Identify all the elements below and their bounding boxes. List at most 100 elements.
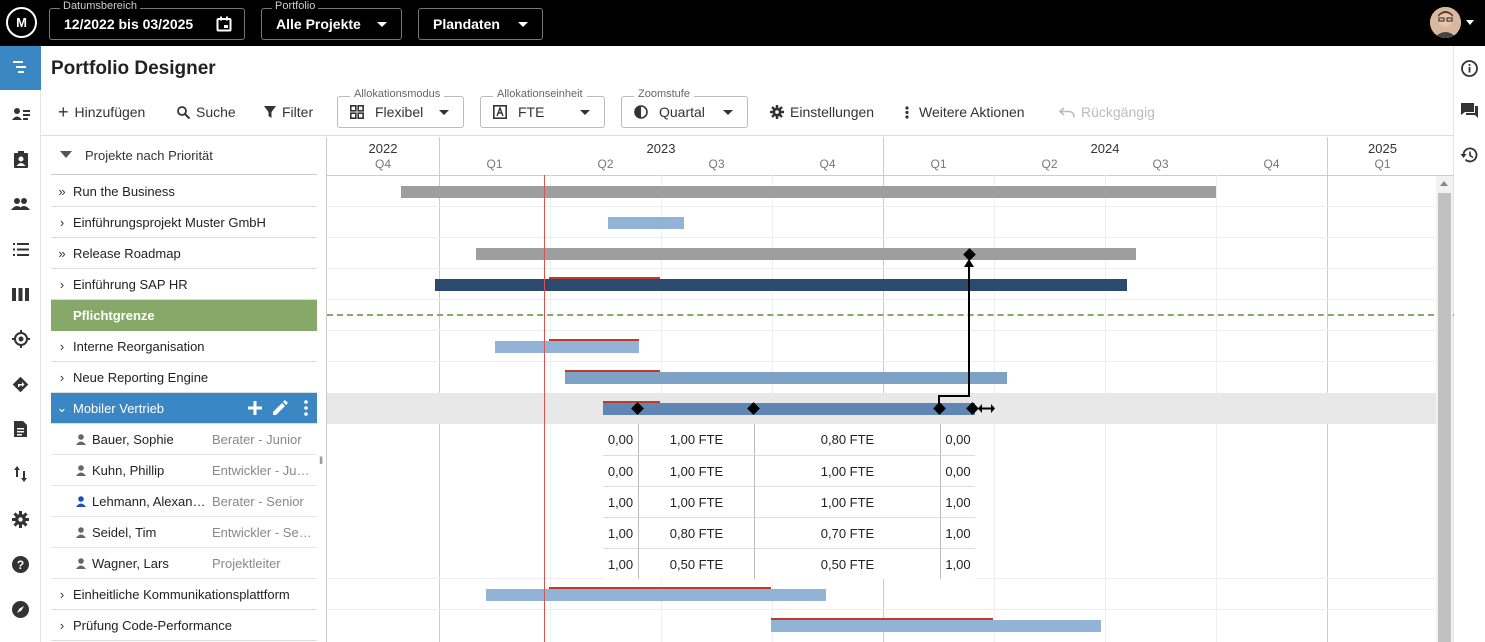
chevron-right-icon[interactable]: › [51,587,73,602]
search-button[interactable]: Suche [177,103,236,121]
nav-import-export[interactable] [0,462,41,486]
expand-icon[interactable]: » [51,246,73,261]
chevron-right-icon[interactable]: › [51,339,73,354]
undo-button[interactable]: Rückgängig [1059,103,1155,121]
app-logo[interactable]: M [6,7,37,38]
project-list-header[interactable]: Projekte nach Priorität [51,137,317,175]
project-row[interactable]: › Prüfung Code-Performance [51,610,317,641]
history-icon[interactable] [1460,147,1478,163]
portfolio-label: Portfolio [272,0,319,12]
project-row[interactable]: » Release Roadmap [51,238,317,269]
project-row[interactable]: » Run the Business [51,176,317,207]
nav-settings[interactable] [0,507,41,531]
scrollbar-thumb[interactable] [1438,193,1451,642]
project-row[interactable]: › Einführung SAP HR [51,269,317,300]
user-avatar[interactable] [1430,7,1461,38]
resize-horizontal-icon[interactable] [978,403,995,414]
allocation-cell[interactable]: 0,80 FTE [754,424,940,455]
allocation-cell[interactable]: 1,00 FTE [638,486,754,517]
more-vertical-icon[interactable] [304,400,308,416]
user-menu-chevron-icon[interactable] [1466,20,1474,25]
date-range-select[interactable]: Datumsbereich 12/2022 bis 03/2025 [49,0,245,40]
member-role: Projektleiter [212,556,281,571]
svg-text:?: ? [17,558,24,572]
timeline[interactable]: 2022 2023 2024 2025 Q4 Q1 Q2 Q3 Q4 Q1 Q2… [326,137,1454,642]
resize-handle-icon[interactable]: ǁ [319,456,323,467]
project-label: Prüfung Code-Performance [73,617,232,633]
allocation-cell[interactable]: 1,00 [940,548,975,579]
nav-target[interactable] [0,327,41,351]
nav-explore[interactable] [0,597,41,621]
allocation-cell[interactable]: 1,00 FTE [638,424,754,455]
chevron-right-icon[interactable]: › [51,215,73,230]
info-icon[interactable] [1461,60,1478,77]
allocation-cell[interactable]: 0,00 [603,455,638,486]
settings-button[interactable]: Einstellungen [770,103,874,121]
allocation-cell[interactable]: 1,00 [603,548,638,579]
allocation-unit-select[interactable]: Allokationseinheit FTE [480,88,605,128]
add-button[interactable]: + Hinzufügen [58,103,145,121]
dependency-arrow [938,259,974,409]
nav-help[interactable]: ? [0,552,41,576]
project-row[interactable]: › Neue Reporting Engine [51,362,317,393]
allocation-cell[interactable]: 0,70 FTE [754,517,940,548]
data-mode-select[interactable]: Plandaten [418,8,543,40]
portfolio-select[interactable]: Portfolio Alle Projekte [261,0,402,40]
allocation-cell[interactable]: 0,00 [940,424,975,455]
allocation-cell[interactable]: 1,00 FTE [638,455,754,486]
project-bar[interactable] [486,589,826,601]
quarter-label: Q4 [1263,157,1280,171]
allocation-cell[interactable]: 0,80 FTE [638,517,754,548]
nav-directions[interactable] [0,372,41,396]
expand-icon[interactable]: » [51,184,73,199]
allocation-cell[interactable]: 1,00 [603,486,638,517]
nav-assignments[interactable] [0,147,41,171]
nav-teams[interactable] [0,192,41,216]
swap-vertical-icon [14,466,27,482]
zoom-select[interactable]: Zoomstufe Quartal [621,88,748,128]
filter-button[interactable]: Filter [264,103,313,121]
project-row[interactable]: › Interne Reorganisation [51,331,317,362]
chevron-down-icon [518,22,528,27]
nav-resources[interactable] [0,102,41,126]
chevron-right-icon[interactable]: › [51,618,73,633]
allocation-cell[interactable]: 1,00 [603,517,638,548]
nav-portfolio-designer[interactable] [0,46,41,90]
chevron-down-icon [377,22,387,27]
date-range-value: 12/2022 bis 03/2025 [64,16,194,32]
allocation-cell[interactable]: 1,00 FTE [754,486,940,517]
more-actions-button[interactable]: Weitere Aktionen [905,103,1025,121]
allocation-cell[interactable]: 0,50 FTE [754,548,940,579]
chevron-right-icon[interactable]: › [51,277,73,292]
allocation-cell[interactable]: 0,50 FTE [638,548,754,579]
scroll-up-icon[interactable] [1440,181,1448,186]
comments-icon[interactable] [1461,103,1478,119]
project-bar[interactable] [771,620,1101,632]
allocation-cell[interactable]: 0,00 [603,424,638,455]
add-icon[interactable] [248,401,262,415]
mandatory-limit-row[interactable]: Pflichtgrenze [51,300,317,331]
member-role: Entwickler - Junior [212,463,312,478]
member-row[interactable]: Kuhn, Phillip Entwickler - Junior [51,455,317,486]
allocation-mode-select[interactable]: Allokationsmodus Flexibel [337,88,464,128]
allocation-cell[interactable]: 1,00 FTE [754,455,940,486]
member-row[interactable]: Lehmann, Alexander Berater - Senior [51,486,317,517]
nav-board[interactable] [0,282,41,306]
nav-list[interactable] [0,237,41,261]
chevron-right-icon[interactable]: › [51,370,73,385]
allocation-cell[interactable]: 1,00 [940,517,975,548]
project-label: Einheitliche Kommunikationsplattform [73,586,290,602]
member-row[interactable]: Bauer, Sophie Berater - Junior [51,424,317,455]
member-row[interactable]: Seidel, Tim Entwickler - Senior [51,517,317,548]
chevron-down-icon[interactable]: ⌄ [51,400,73,416]
date-range-label: Datumsbereich [60,0,140,12]
nav-documents[interactable] [0,417,41,441]
edit-icon[interactable] [273,400,288,415]
allocation-cell[interactable]: 1,00 [940,486,975,517]
caret-down-icon [60,151,72,158]
member-row[interactable]: Wagner, Lars Projektleiter [51,548,317,579]
allocation-cell[interactable]: 0,00 [940,455,975,486]
project-row[interactable]: › Einführungsprojekt Muster GmbH [51,207,317,238]
project-row-selected[interactable]: ⌄ Mobiler Vertrieb [51,393,317,424]
project-row[interactable]: › Einheitliche Kommunikationsplattform [51,579,317,610]
